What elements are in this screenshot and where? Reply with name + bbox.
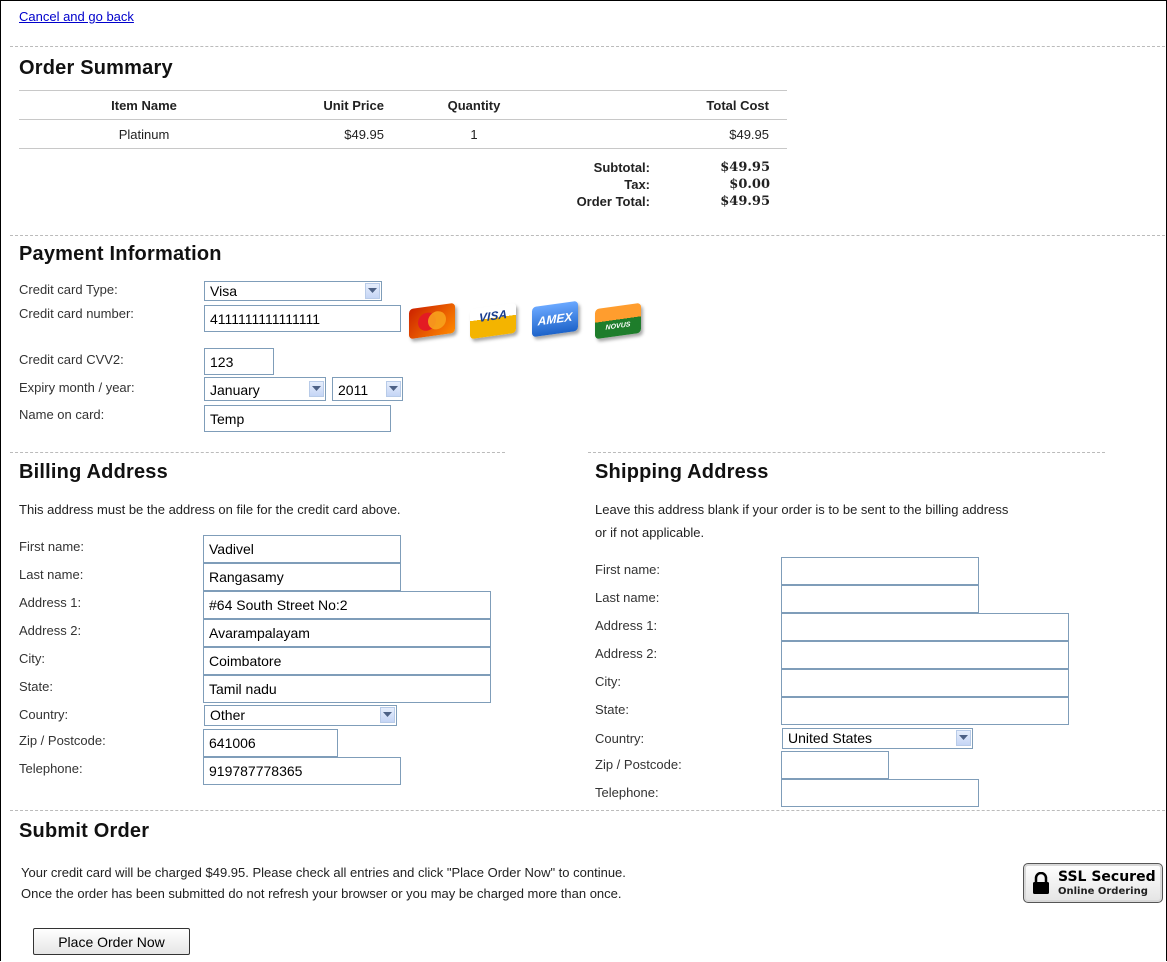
- billing-addr1-label: Address 1:: [19, 595, 82, 610]
- card-number-label: Credit card number:: [19, 306, 134, 321]
- shipping-city-label: City:: [595, 674, 621, 689]
- billing-country-label: Country:: [19, 707, 69, 722]
- shipping-state-label: State:: [595, 702, 629, 717]
- divider: [588, 452, 1105, 453]
- card-type-label: Credit card Type:: [19, 282, 118, 297]
- divider: [10, 810, 1165, 811]
- cell-item: Platinum: [19, 119, 269, 149]
- name-on-card-label: Name on card:: [19, 407, 105, 422]
- shipping-title: Shipping Address: [595, 461, 769, 483]
- shipping-note-line2: or if not applicable.: [595, 525, 705, 540]
- subtotal-value: $49.95: [720, 160, 770, 175]
- billing-address2-input[interactable]: Avarampalayam: [203, 619, 491, 647]
- chevron-down-icon: [365, 283, 380, 299]
- col-unit-price: Unit Price: [269, 90, 384, 120]
- card-type-select[interactable]: Visa: [204, 281, 382, 301]
- expiry-year-value: 2011: [338, 382, 369, 398]
- subtotal-label: Subtotal:: [593, 160, 650, 175]
- chevron-down-icon: [386, 381, 401, 397]
- shipping-addr1-label: Address 1:: [595, 618, 658, 633]
- table-header-row: Item Name Unit Price Quantity Total Cost: [19, 90, 787, 120]
- shipping-city-input[interactable]: [781, 669, 1069, 697]
- table-row: Platinum $49.95 1 $49.95: [19, 119, 787, 149]
- chevron-down-icon: [309, 381, 324, 397]
- billing-first-name-input[interactable]: Vadivel: [203, 535, 401, 563]
- shipping-first-label: First name:: [595, 562, 661, 577]
- expiry-month-value: January: [210, 382, 260, 398]
- divider: [10, 46, 1165, 47]
- lock-icon: [1033, 872, 1049, 894]
- billing-state-label: State:: [19, 679, 53, 694]
- shipping-country-value: United States: [788, 730, 873, 746]
- submit-title: Submit Order: [19, 820, 150, 842]
- divider: [10, 452, 505, 453]
- billing-last-name-input[interactable]: Rangasamy: [203, 563, 401, 591]
- tax-label: Tax:: [624, 177, 650, 192]
- payment-title: Payment Information: [19, 243, 222, 265]
- card-number-input[interactable]: 4111111111111111: [204, 305, 401, 332]
- tax-value: $0.00: [729, 177, 770, 192]
- card-type-value: Visa: [210, 283, 237, 299]
- shipping-note-line1: Leave this address blank if your order i…: [595, 502, 1009, 517]
- shipping-zip-label: Zip / Postcode:: [595, 757, 682, 772]
- shipping-zip-input[interactable]: [781, 751, 889, 779]
- billing-state-input[interactable]: Tamil nadu: [203, 675, 491, 703]
- cancel-link[interactable]: Cancel and go back: [19, 9, 134, 24]
- ssl-title: SSL Secured: [1058, 869, 1156, 885]
- cvv-label: Credit card CVV2:: [19, 352, 124, 367]
- chevron-down-icon: [956, 730, 971, 746]
- expiry-year-select[interactable]: 2011: [332, 377, 403, 401]
- shipping-last-name-input[interactable]: [781, 585, 979, 613]
- billing-first-label: First name:: [19, 539, 85, 554]
- billing-zip-label: Zip / Postcode:: [19, 733, 106, 748]
- visa-text: VISA: [478, 307, 507, 325]
- billing-city-input[interactable]: Coimbatore: [203, 647, 491, 675]
- billing-zip-input[interactable]: 641006: [203, 729, 338, 757]
- billing-phone-label: Telephone:: [19, 761, 83, 776]
- billing-title: Billing Address: [19, 461, 168, 483]
- expiry-month-select[interactable]: January: [204, 377, 326, 401]
- submit-info-line1: Your credit card will be charged $49.95.…: [21, 865, 626, 880]
- billing-address1-input[interactable]: #64 South Street No:2: [203, 591, 491, 619]
- col-item-name: Item Name: [19, 90, 269, 120]
- divider: [10, 235, 1165, 236]
- shipping-state-input[interactable]: [781, 697, 1069, 725]
- chevron-down-icon: [380, 707, 395, 723]
- shipping-country-select[interactable]: United States: [782, 728, 973, 749]
- billing-country-value: Other: [210, 707, 246, 723]
- shipping-phone-label: Telephone:: [595, 785, 659, 800]
- shipping-first-name-input[interactable]: [781, 557, 979, 585]
- billing-note: This address must be the address on file…: [19, 502, 401, 517]
- order-summary-title: Order Summary: [19, 57, 173, 79]
- name-on-card-input[interactable]: Temp: [204, 405, 391, 432]
- order-total-value: $49.95: [720, 194, 770, 209]
- billing-last-label: Last name:: [19, 567, 84, 582]
- order-total-label: Order Total:: [576, 194, 650, 209]
- place-order-button[interactable]: Place Order Now: [33, 928, 190, 955]
- shipping-last-label: Last name:: [595, 590, 660, 605]
- cell-unit-price: $49.95: [269, 119, 384, 149]
- billing-city-label: City:: [19, 651, 45, 666]
- billing-addr2-label: Address 2:: [19, 623, 82, 638]
- billing-telephone-input[interactable]: 919787778365: [203, 757, 401, 785]
- ssl-subtitle: Online Ordering: [1058, 886, 1148, 897]
- shipping-address1-input[interactable]: [781, 613, 1069, 641]
- billing-country-select[interactable]: Other: [204, 705, 397, 726]
- col-total-cost: Total Cost: [564, 90, 787, 120]
- ssl-secured-badge: SSL Secured Online Ordering: [1023, 863, 1163, 903]
- expiry-label: Expiry month / year:: [19, 380, 135, 395]
- col-quantity: Quantity: [384, 90, 564, 120]
- order-summary-table: Item Name Unit Price Quantity Total Cost…: [19, 90, 787, 149]
- cell-total: $49.95: [564, 119, 787, 149]
- cvv-input[interactable]: 123: [204, 348, 274, 375]
- shipping-addr2-label: Address 2:: [595, 646, 658, 661]
- shipping-country-label: Country:: [595, 731, 645, 746]
- shipping-telephone-input[interactable]: [781, 779, 979, 807]
- cell-quantity: 1: [384, 119, 564, 149]
- shipping-address2-input[interactable]: [781, 641, 1069, 669]
- submit-info-line2: Once the order has been submitted do not…: [21, 886, 622, 901]
